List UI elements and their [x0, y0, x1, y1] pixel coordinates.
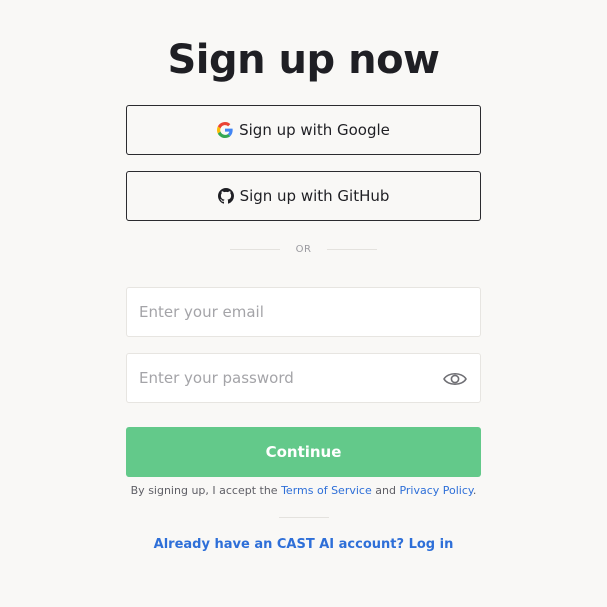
github-signup-label: Sign up with GitHub	[239, 187, 390, 205]
footer-divider	[279, 517, 329, 518]
eye-icon[interactable]	[442, 366, 468, 392]
continue-button[interactable]: Continue	[126, 427, 481, 477]
github-signup-button[interactable]: Sign up with GitHub	[126, 171, 481, 221]
terms-prefix: By signing up, I accept the	[130, 484, 282, 497]
terms-middle: and	[371, 484, 400, 497]
login-link[interactable]: Already have an CAST AI account? Log in	[0, 536, 607, 554]
divider-line-left	[229, 249, 280, 250]
email-input[interactable]	[127, 288, 480, 336]
google-icon	[217, 122, 233, 138]
signup-page: Sign up now Sign up with Google Sign up …	[0, 0, 607, 607]
password-field-container	[126, 353, 481, 403]
or-label: OR	[295, 244, 312, 255]
github-icon	[217, 188, 234, 204]
email-field-container	[126, 287, 481, 337]
page-title: Sign up now	[167, 37, 441, 83]
terms-suffix: .	[472, 484, 477, 497]
divider-line-right	[327, 249, 378, 250]
terms-of-service-link[interactable]: Terms of Service	[281, 484, 372, 497]
google-signup-button[interactable]: Sign up with Google	[126, 105, 481, 155]
password-input[interactable]	[127, 354, 480, 402]
privacy-policy-link[interactable]: Privacy Policy	[399, 484, 472, 497]
or-divider: OR	[0, 244, 607, 255]
terms-text: By signing up, I accept the Terms of Ser…	[0, 483, 607, 499]
google-signup-label: Sign up with Google	[239, 121, 390, 139]
